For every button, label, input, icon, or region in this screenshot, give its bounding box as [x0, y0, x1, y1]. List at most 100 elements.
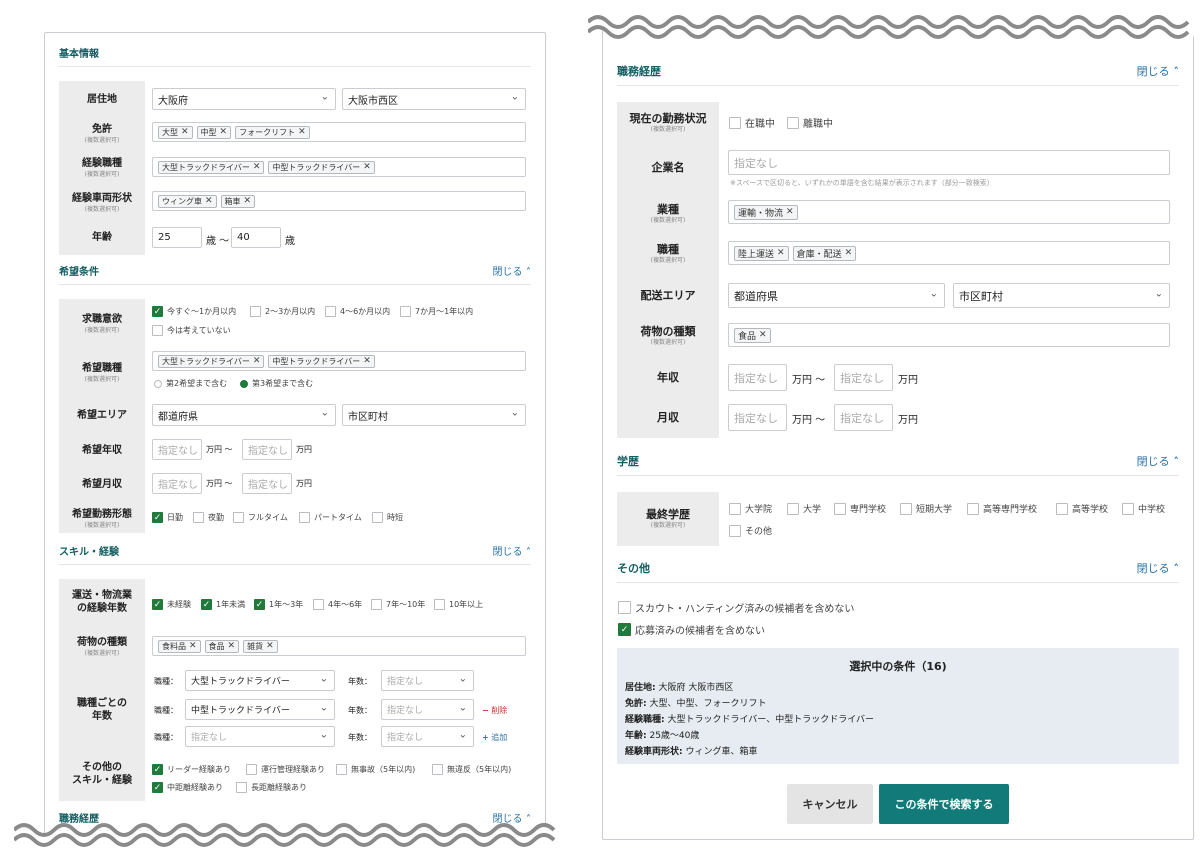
intent-checkbox-3[interactable]: 4〜6か月以内 [325, 306, 390, 317]
residence-pref-select[interactable]: 大阪府 [152, 88, 336, 110]
close-icon[interactable]: ✕ [266, 641, 274, 651]
edu-checkbox-5[interactable]: 高等専門学校 [967, 502, 1037, 515]
add-row-button[interactable]: + 追加 [482, 732, 507, 743]
tag[interactable]: 運輸・物流 ✕ [734, 204, 798, 220]
cargo-tags-input[interactable]: 食料品 ✕ 食品 ✕ 雑貨 ✕ [152, 636, 526, 656]
delivery-city-select[interactable]: 市区町村 [953, 283, 1170, 308]
years-checkbox-4[interactable]: 4年〜6年 [313, 599, 362, 610]
desired-annual-min-input[interactable]: 指定なし [152, 439, 202, 460]
close-icon[interactable]: ✕ [244, 196, 252, 206]
close-icon[interactable]: ✕ [845, 248, 853, 258]
close-icon[interactable]: ✕ [205, 196, 213, 206]
tag[interactable]: 大型 ✕ [158, 125, 193, 139]
edu-checkbox-7[interactable]: 中学校 [1122, 502, 1165, 515]
close-icon[interactable]: ✕ [220, 127, 228, 137]
tag[interactable]: フォークリフト ✕ [235, 125, 310, 139]
close-icon[interactable]: ✕ [786, 207, 794, 217]
delivery-pref-select[interactable]: 都道府県 [728, 283, 945, 308]
monthly-max-input[interactable]: 指定なし [834, 404, 893, 431]
edu-checkbox-2[interactable]: 大学 [787, 502, 821, 515]
tag[interactable]: 食品 ✕ [734, 327, 771, 343]
other-checkbox-2[interactable]: 運行管理経験あり [246, 764, 325, 775]
years-checkbox-3[interactable]: ✓ 1年〜3年 [254, 599, 303, 610]
edu-checkbox-6[interactable]: 高等学校 [1056, 502, 1108, 515]
desired-job-tags-input[interactable]: 大型トラックドライバー ✕ 中型トラックドライバー ✕ [152, 351, 526, 371]
close-icon[interactable]: ✕ [189, 641, 197, 651]
tag[interactable]: 中型トラックドライバー ✕ [268, 160, 375, 174]
close-icon[interactable]: ✕ [181, 127, 189, 137]
edu-checkbox-4[interactable]: 短期大学 [900, 502, 952, 515]
age-to-input[interactable]: 40 [231, 227, 281, 248]
close-icon[interactable]: ✕ [253, 356, 261, 366]
tag[interactable]: 倉庫・配送 ✕ [792, 245, 857, 261]
per-job-select-3[interactable]: 指定なし [185, 726, 335, 747]
collapse-link[interactable]: 閉じる [1137, 453, 1179, 469]
edu-checkbox-8[interactable]: その他 [729, 524, 772, 537]
other-checkbox-5[interactable]: ✓ 中距離経験あり [152, 782, 223, 793]
exclude-applied-checkbox[interactable]: ✓ 応募済みの候補者を含めない [618, 622, 765, 637]
per-job-years-select-2[interactable]: 指定なし [381, 699, 474, 720]
include-3rd-radio[interactable]: 第3希望まで含む [240, 378, 313, 389]
cancel-button[interactable]: キャンセル [787, 784, 873, 824]
exp-job-tags-input[interactable]: 大型トラックドライバー ✕ 中型トラックドライバー ✕ [152, 157, 526, 177]
close-icon[interactable]: ✕ [759, 330, 767, 340]
close-icon[interactable]: ✕ [363, 356, 371, 366]
form-checkbox-3[interactable]: フルタイム [233, 512, 288, 523]
close-icon[interactable]: ✕ [253, 162, 261, 172]
company-input[interactable]: 指定なし [728, 150, 1170, 175]
tag[interactable]: ウィング車 ✕ [158, 194, 217, 208]
status-checkbox-2[interactable]: 離職中 [787, 115, 833, 130]
collapse-link[interactable]: 閉じる [1137, 560, 1179, 576]
residence-city-select[interactable]: 大阪市西区 [342, 88, 526, 110]
desired-city-select[interactable]: 市区町村 [342, 404, 526, 426]
career-cargo-tags-input[interactable]: 食品 ✕ [728, 323, 1170, 347]
license-tags-input[interactable]: 大型 ✕ 中型 ✕ フォークリフト ✕ [152, 122, 526, 142]
years-checkbox-5[interactable]: 7年〜10年 [371, 599, 425, 610]
age-from-input[interactable]: 25 [152, 227, 202, 248]
years-checkbox-6[interactable]: 10年以上 [434, 599, 483, 610]
other-checkbox-1[interactable]: ✓ リーダー経験あり [152, 764, 231, 775]
close-icon[interactable]: ✕ [777, 248, 785, 258]
annual-min-input[interactable]: 指定なし [728, 364, 787, 391]
collapse-link[interactable]: 閉じる [493, 543, 531, 558]
delete-row-button[interactable]: − 削除 [482, 705, 507, 716]
exclude-scouted-checkbox[interactable]: スカウト・ハンティング済みの候補者を含めない [618, 600, 854, 615]
form-checkbox-2[interactable]: 夜勤 [193, 512, 224, 523]
intent-checkbox-1[interactable]: ✓ 今すぐ〜1か月以内 [152, 306, 236, 317]
tag[interactable]: 中型 ✕ [196, 125, 232, 139]
form-checkbox-1[interactable]: ✓ 日勤 [152, 512, 183, 523]
collapse-link[interactable]: 閉じる [493, 263, 531, 278]
search-button[interactable]: この条件で検索する [879, 784, 1009, 824]
tag[interactable]: 箱車 ✕ [220, 194, 256, 208]
tag[interactable]: 雑貨 ✕ [243, 639, 278, 653]
other-checkbox-4[interactable]: 無違反（5年以内) [432, 764, 511, 775]
tag[interactable]: 食料品 ✕ [158, 639, 201, 653]
status-checkbox-1[interactable]: 在職中 [729, 115, 775, 130]
career-job-tags-input[interactable]: 陸上運送 ✕ 倉庫・配送 ✕ [728, 241, 1170, 265]
vehicle-tags-input[interactable]: ウィング車 ✕ 箱車 ✕ [152, 191, 526, 211]
intent-checkbox-5[interactable]: 今は考えていない [152, 325, 231, 336]
other-checkbox-3[interactable]: 無事故（5年以内) [336, 764, 415, 775]
monthly-min-input[interactable]: 指定なし [728, 404, 787, 431]
tag[interactable]: 大型トラックドライバー ✕ [158, 160, 265, 174]
form-checkbox-4[interactable]: パートタイム [299, 512, 362, 523]
tag[interactable]: 陸上運送 ✕ [734, 245, 789, 261]
include-2nd-radio[interactable]: 第2希望まで含む [154, 378, 227, 389]
per-job-select-2[interactable]: 中型トラックドライバー [185, 699, 335, 720]
close-icon[interactable]: ✕ [363, 162, 371, 172]
desired-monthly-min-input[interactable]: 指定なし [152, 473, 202, 494]
close-icon[interactable]: ✕ [228, 641, 236, 651]
desired-pref-select[interactable]: 都道府県 [152, 404, 336, 426]
annual-max-input[interactable]: 指定なし [834, 364, 893, 391]
industry-tags-input[interactable]: 運輸・物流 ✕ [728, 200, 1170, 224]
desired-annual-max-input[interactable]: 指定なし [242, 439, 292, 460]
intent-checkbox-2[interactable]: 2〜3か月以内 [250, 306, 315, 317]
other-checkbox-6[interactable]: 長距離経験あり [236, 782, 307, 793]
form-checkbox-5[interactable]: 時短 [372, 512, 403, 523]
close-icon[interactable]: ✕ [298, 127, 306, 137]
intent-checkbox-4[interactable]: 7か月〜1年以内 [400, 306, 473, 317]
per-job-select-1[interactable]: 大型トラックドライバー [185, 670, 335, 691]
tag[interactable]: 大型トラックドライバー ✕ [158, 354, 265, 368]
edu-checkbox-3[interactable]: 専門学校 [834, 502, 886, 515]
years-checkbox-2[interactable]: ✓ 1年未満 [201, 599, 245, 610]
